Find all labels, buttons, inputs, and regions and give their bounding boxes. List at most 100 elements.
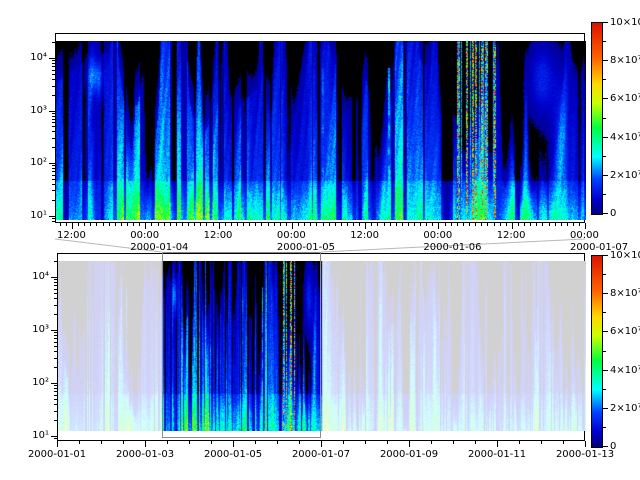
x-tick-label: 12:00 [57, 230, 86, 242]
y-minor-tick [54, 420, 57, 421]
x-tick-label: 00:00 [570, 230, 599, 242]
y-major-tick [49, 163, 55, 164]
x-minor-tick [390, 223, 391, 226]
y-minor-tick [52, 218, 55, 219]
x-major-tick [409, 441, 410, 447]
x-minor-tick [377, 223, 378, 226]
x-minor-tick [469, 223, 470, 226]
x-minor-tick [310, 223, 311, 226]
overview-colorbar [591, 255, 603, 448]
colorbar-tick-label: 6×10⁷ [610, 326, 640, 337]
detail-heatmap-canvas[interactable] [56, 41, 586, 220]
x-minor-tick [277, 441, 278, 444]
x-tick-date-label: 2000-01-05 [277, 242, 335, 254]
overview-heatmap-canvas[interactable] [58, 261, 586, 431]
x-minor-tick [431, 441, 432, 444]
y-major-tick [49, 216, 55, 217]
x-major-tick [512, 223, 513, 229]
x-tick-label: 2000-01-09 [380, 449, 438, 461]
x-minor-tick [182, 223, 183, 226]
y-minor-tick [52, 165, 55, 166]
y-major-tick [49, 111, 55, 112]
x-minor-tick [420, 223, 421, 226]
x-minor-tick [329, 223, 330, 226]
y-minor-tick [54, 438, 57, 439]
x-minor-tick [555, 223, 556, 226]
x-minor-tick [518, 223, 519, 226]
y-minor-tick [52, 119, 55, 120]
y-minor-tick [52, 175, 55, 176]
x-major-tick [233, 441, 234, 447]
colorbar-tick-label: 8×10⁷ [610, 55, 640, 66]
x-minor-tick [115, 223, 116, 226]
selection-region[interactable] [162, 252, 322, 438]
x-minor-tick [200, 223, 201, 226]
x-minor-tick [151, 223, 152, 226]
y-tick-label: 10³ [0, 324, 49, 335]
y-minor-tick [52, 66, 55, 67]
colorbar-tick-label: 8×10⁷ [610, 288, 640, 299]
y-minor-tick [52, 42, 55, 43]
x-minor-tick [231, 223, 232, 226]
x-minor-tick [579, 223, 580, 226]
y-minor-tick [52, 200, 55, 201]
x-minor-tick [457, 223, 458, 226]
x-minor-tick [426, 223, 427, 226]
colorbar-minor-tick [603, 274, 606, 275]
x-minor-tick [176, 223, 177, 226]
y-minor-tick [52, 179, 55, 180]
x-major-tick [497, 441, 498, 447]
x-tick-date-label: 2000-01-04 [130, 242, 188, 254]
y-minor-tick [54, 358, 57, 359]
y-minor-tick [52, 168, 55, 169]
x-minor-tick [353, 223, 354, 226]
x-major-tick [219, 223, 220, 229]
x-minor-tick [396, 223, 397, 226]
x-minor-tick [365, 441, 366, 444]
x-tick-label: 00:00 [423, 230, 452, 242]
detail-plot-area[interactable] [55, 33, 585, 223]
x-major-tick [365, 223, 366, 229]
colorbar-major-tick [603, 175, 608, 176]
y-tick-label: 10³ [0, 105, 47, 116]
y-minor-tick [54, 399, 57, 400]
y-minor-tick [52, 138, 55, 139]
x-minor-tick [164, 223, 165, 226]
x-minor-tick [304, 223, 305, 226]
x-minor-tick [453, 441, 454, 444]
x-minor-tick [463, 223, 464, 226]
x-minor-tick [133, 223, 134, 226]
colorbar-minor-tick [603, 389, 606, 390]
x-minor-tick [84, 223, 85, 226]
y-minor-tick [54, 305, 57, 306]
x-minor-tick [414, 223, 415, 226]
colorbar-major-tick [603, 370, 608, 371]
x-minor-tick [189, 441, 190, 444]
colorbar-major-tick [603, 137, 608, 138]
x-major-tick [145, 441, 146, 447]
x-tick-date-label: 2000-01-06 [423, 242, 481, 254]
x-tick-label: 12:00 [497, 230, 526, 242]
x-minor-tick [549, 223, 550, 226]
y-minor-tick [52, 131, 55, 132]
colorbar-minor-tick [603, 118, 606, 119]
x-minor-tick [387, 441, 388, 444]
colorbar-major-tick [603, 293, 608, 294]
x-minor-tick [323, 223, 324, 226]
x-major-tick [72, 223, 73, 229]
colorbar-tick-label: 2×10⁷ [610, 403, 640, 414]
colorbar-major-tick [603, 60, 608, 61]
spectrogram-viewer: 12:00 00:00 2000-01-04 12:00 00:00 2000-01-05… [0, 0, 640, 480]
y-minor-tick [54, 338, 57, 339]
y-minor-tick [54, 351, 57, 352]
x-minor-tick [78, 223, 79, 226]
colorbar-minor-tick [603, 194, 606, 195]
y-major-tick [49, 58, 55, 59]
y-tick-label: 10⁴ [0, 52, 47, 63]
y-minor-tick [52, 63, 55, 64]
colorbar-minor-tick [603, 41, 606, 42]
x-minor-tick [451, 223, 452, 226]
x-minor-tick [213, 223, 214, 226]
colorbar-major-tick [603, 98, 608, 99]
overview-plot-area[interactable] [57, 253, 585, 441]
